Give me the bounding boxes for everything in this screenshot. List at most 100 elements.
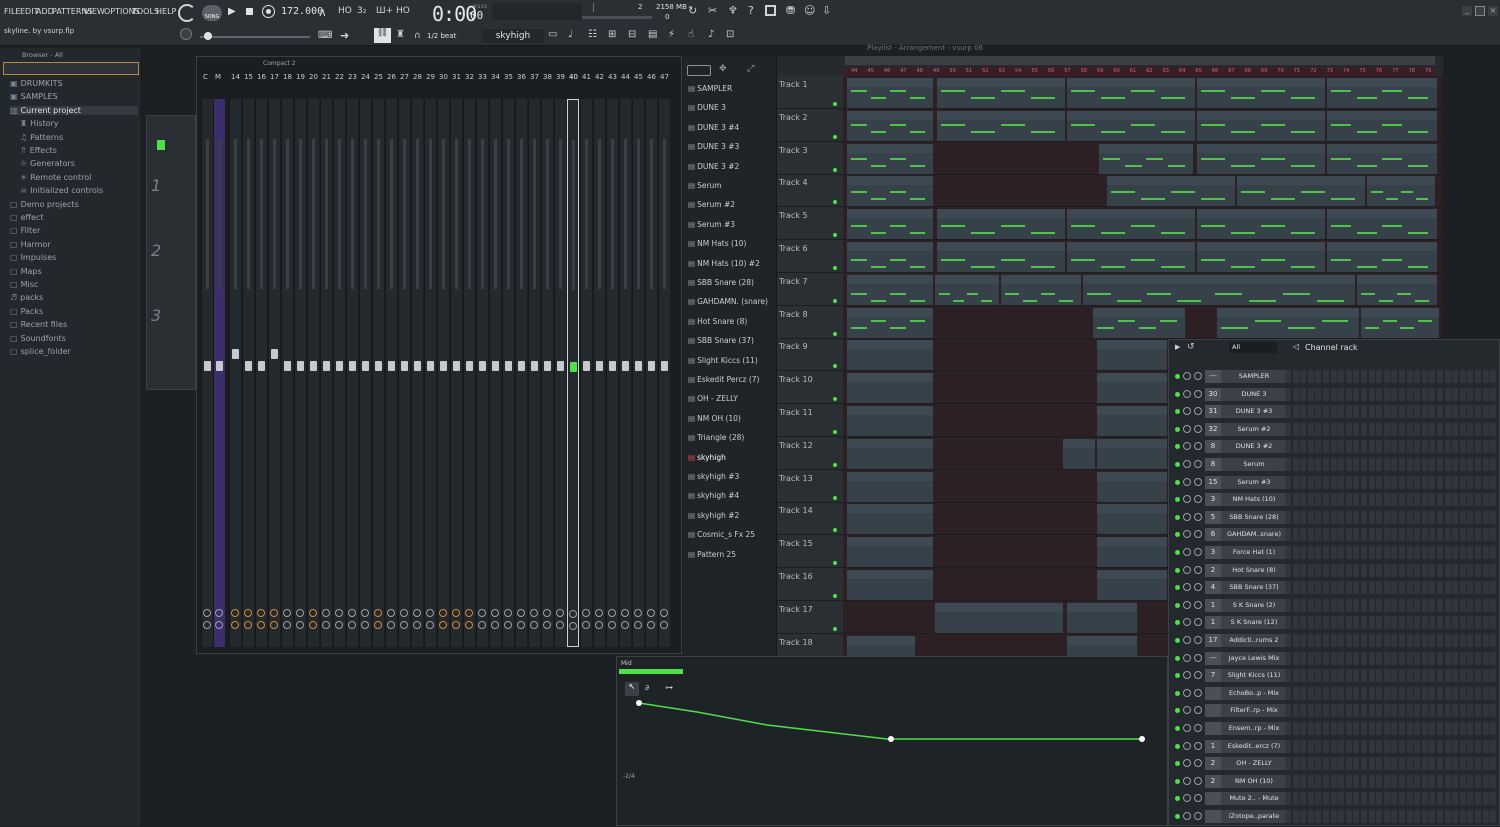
step-button[interactable] [1482,528,1489,542]
stereo-knob[interactable] [569,622,577,630]
step-button[interactable] [1414,581,1421,595]
channel-led[interactable] [1175,761,1180,767]
step-button[interactable] [1391,757,1398,771]
pan-knob[interactable] [556,609,564,617]
step-button[interactable] [1338,405,1345,419]
step-button[interactable] [1414,739,1421,753]
step-button[interactable] [1490,686,1497,700]
channel-mixer-number[interactable]: 30 [1205,387,1221,401]
channel-led[interactable] [1175,673,1180,679]
step-button[interactable] [1414,493,1421,507]
step-button[interactable] [1399,458,1405,471]
step-button[interactable] [1300,546,1307,559]
step-button[interactable] [1444,686,1451,700]
step-button[interactable] [1459,598,1466,612]
track-name[interactable]: Track 12 [779,441,813,450]
step-button[interactable] [1383,757,1390,771]
step-button[interactable] [1459,722,1466,735]
pan-knob[interactable] [387,609,395,617]
step-button[interactable] [1368,510,1375,524]
step-button[interactable] [1452,616,1459,630]
playlist-clip[interactable]: DUNE 3 #3 [847,110,933,141]
step-button[interactable] [1300,704,1307,718]
mixer-strip[interactable] [268,99,280,647]
step-button[interactable] [1452,581,1459,595]
track-name[interactable]: Track 17 [779,605,813,614]
step-button[interactable] [1292,458,1299,471]
step-button[interactable] [1338,493,1345,507]
volume-fader[interactable] [557,361,564,371]
step-button[interactable] [1437,810,1443,823]
step-button[interactable] [1467,475,1474,489]
step-button[interactable] [1368,422,1375,436]
step-button[interactable] [1452,475,1459,489]
playlist-clip[interactable]: NM Hats (10) [847,274,933,305]
playlist-window-icon[interactable]: ▭ [548,29,557,40]
pattern-item[interactable]: ▤ Slight Kiccs (11) [688,356,758,365]
channel-pan-knob[interactable] [1194,495,1202,504]
stereo-knob[interactable] [634,621,642,629]
step-button[interactable] [1376,546,1383,559]
channel-pan-knob[interactable] [1194,688,1202,697]
step-button[interactable] [1338,686,1345,700]
channel-pan-knob[interactable] [1194,583,1202,592]
playlist-clip[interactable]: DUNE 3 #4 [847,78,933,108]
step-button[interactable] [1467,422,1474,436]
step-button[interactable] [1467,493,1474,507]
keyboard-icon[interactable]: ⌨ [318,30,332,41]
browser-item[interactable]: ☀ Remote control [20,173,91,182]
step-button[interactable] [1399,669,1405,683]
step-button[interactable] [1307,528,1314,542]
step-button[interactable] [1482,598,1489,612]
channel-pan-knob[interactable] [1194,460,1202,468]
step-button[interactable] [1406,510,1413,524]
stereo-knob[interactable] [335,621,343,629]
step-button[interactable] [1300,722,1307,735]
ruler-bar-number[interactable]: 54 [1015,68,1021,74]
step-button[interactable] [1307,757,1314,771]
track-mute-led[interactable] [833,626,837,631]
download-icon[interactable]: ⇩ [822,4,831,17]
step-button[interactable] [1330,739,1337,753]
step-button[interactable] [1361,616,1367,630]
step-button[interactable] [1490,598,1497,612]
pan-knob[interactable] [296,609,304,617]
step-button[interactable] [1444,422,1451,436]
channel-name[interactable]: Serum #2 [1221,422,1287,436]
step-button[interactable] [1323,739,1329,753]
step-button[interactable] [1361,581,1367,595]
mixer-strip[interactable] [528,99,540,647]
channel-volume-knob[interactable] [1183,424,1191,433]
pattern-item[interactable]: ▤ Hot Snare (8) [688,317,747,326]
step-button[interactable] [1323,387,1329,401]
ruler-bar-number[interactable]: 48 [917,68,923,74]
step-button[interactable] [1459,563,1466,577]
step-button[interactable] [1459,757,1466,771]
channel-led[interactable] [1175,409,1180,415]
step-button[interactable] [1406,370,1413,383]
browser-item[interactable]: ▥ Current project [10,105,138,115]
menu-help[interactable]: HELP [156,7,176,16]
step-button[interactable] [1330,686,1337,700]
step-button[interactable] [1285,475,1291,489]
pan-knob[interactable] [348,609,356,617]
step-button[interactable] [1323,370,1329,383]
step-button[interactable] [1429,616,1436,630]
step-button[interactable] [1490,581,1497,595]
step-button[interactable] [1429,581,1436,595]
mixer-strip[interactable] [632,99,644,647]
channel-volume-knob[interactable] [1183,389,1191,398]
step-button[interactable] [1482,405,1489,419]
stereo-knob[interactable] [595,621,603,629]
playlist-clip[interactable]: DUNE 3 [1067,78,1195,108]
channel-volume-knob[interactable] [1183,776,1191,785]
ruler-bar-number[interactable]: 60 [1113,68,1119,74]
step-button[interactable] [1361,722,1367,735]
step-button[interactable] [1300,563,1307,577]
step-button[interactable] [1307,422,1314,436]
volume-fader[interactable] [609,361,616,371]
step-button[interactable] [1467,739,1474,753]
track-name[interactable]: Track 10 [779,375,813,384]
cut-icon[interactable]: ✂ [708,4,717,17]
step-button[interactable] [1421,757,1428,771]
